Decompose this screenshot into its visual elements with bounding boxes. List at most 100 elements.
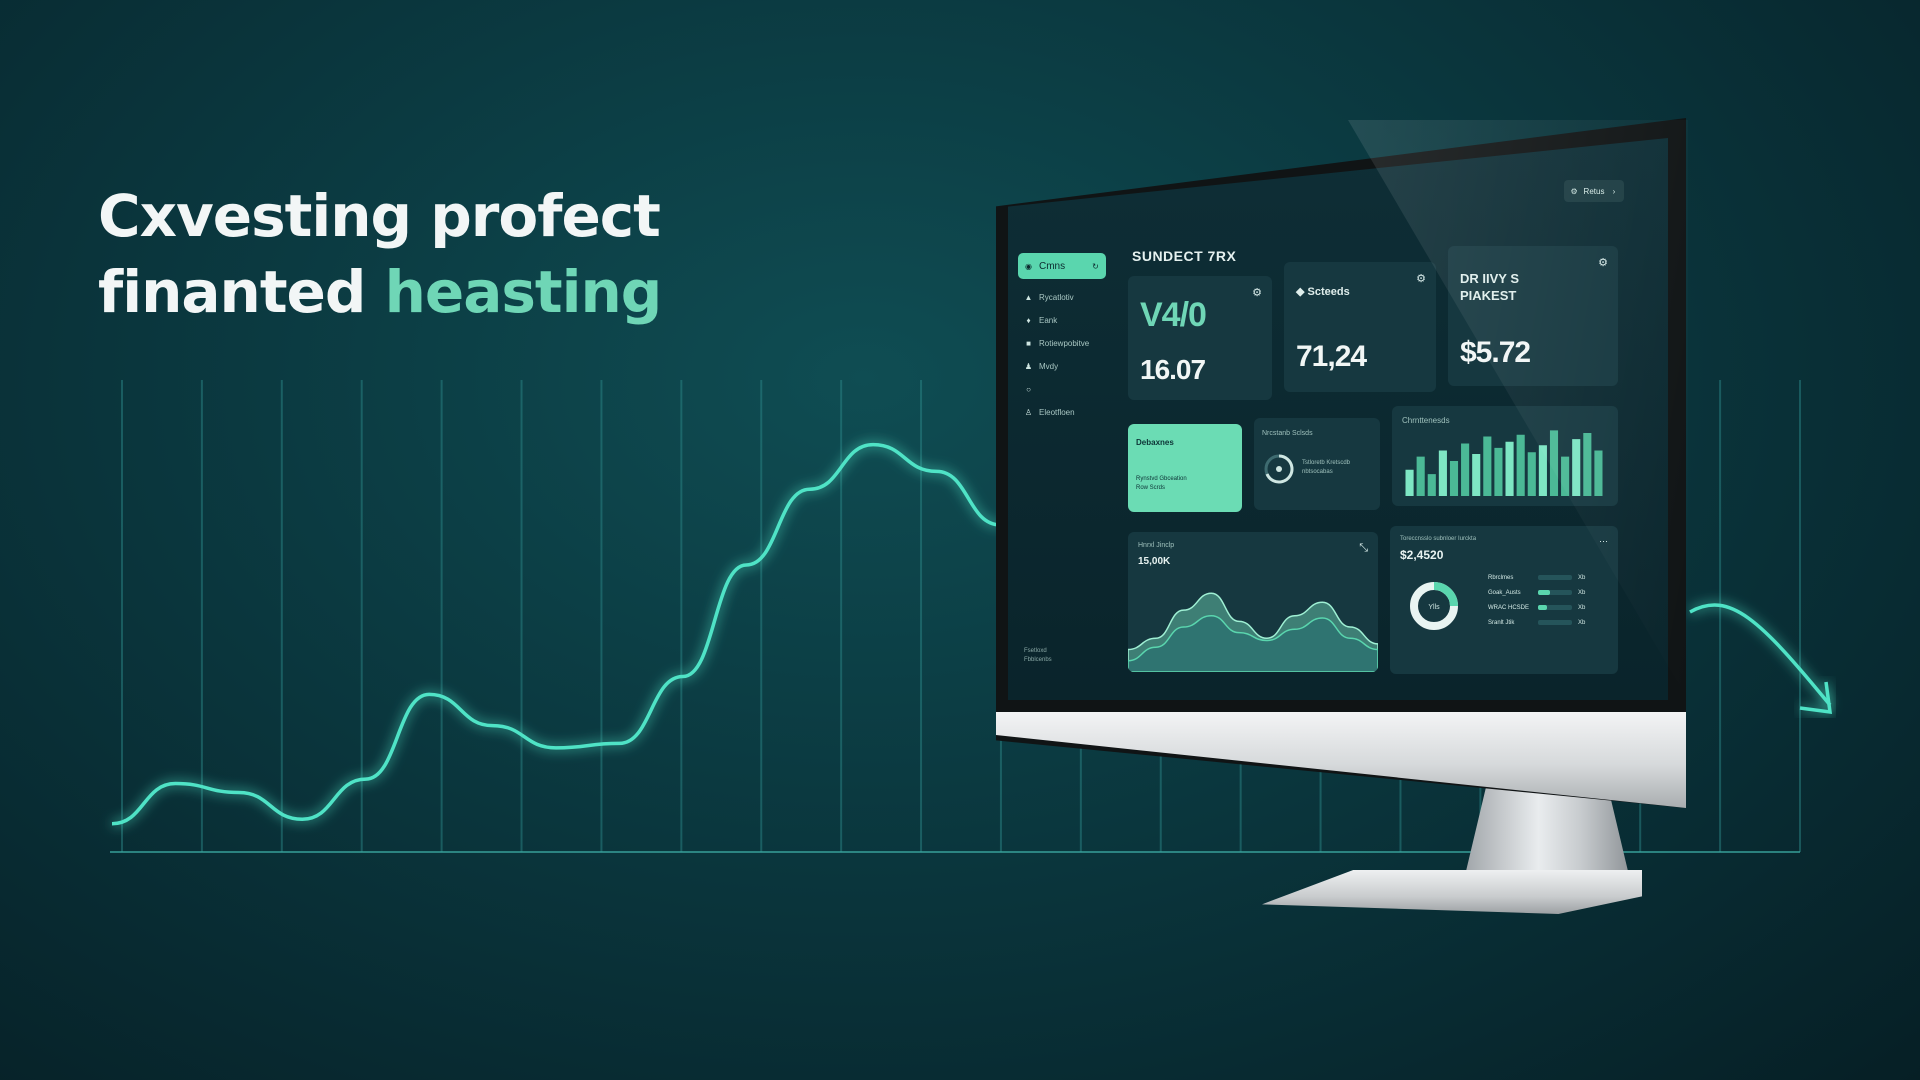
kpi-card-2[interactable]: ⚙ ◆ Scteeds 71,24: [1284, 262, 1436, 392]
bar: [1472, 454, 1481, 496]
sidebar-footer: Fsetloxd Fbblcenbs: [1024, 647, 1052, 665]
kpi-card-1-big: V4/0: [1140, 296, 1207, 334]
dashboard-app: ⚙ Retus › ◉ Cmns ↻ ▲ Rycatlotiv ♦ Eank ■ Ro…: [1008, 138, 1668, 700]
area-card-value: 15,00K: [1138, 556, 1171, 567]
settings-icon: ⚙: [1598, 257, 1608, 269]
page-title: SUNDECT 7RX: [1132, 248, 1237, 264]
bar: [1561, 456, 1570, 496]
bar: [1483, 436, 1492, 496]
sidebar-item-1[interactable]: ▲ Rycatlotiv: [1018, 293, 1113, 302]
kpi-card-2-label: ◆ Scteeds: [1296, 284, 1350, 301]
user-icon: ▲: [1024, 293, 1033, 302]
kpi-card-3-label-line: DR IIVY S: [1460, 271, 1520, 286]
topbar-settings-button[interactable]: ⚙ Retus ›: [1564, 180, 1624, 202]
sidebar-item-5[interactable]: ○: [1018, 385, 1113, 394]
doc-icon: ■: [1026, 339, 1031, 348]
kpi-card-1-value: 16.07: [1140, 354, 1206, 385]
donut-legend-row: Sranlt Jtik Xb: [1488, 615, 1585, 630]
more-icon: ⋯: [1599, 536, 1608, 546]
donut-legend: Rbrclmes Xb Goak_Austs Xb WRAC HCSDE Xb …: [1488, 570, 1585, 630]
mint-summary-card[interactable]: Debaxnes Rynstvd Gbceation Row Scrds: [1128, 424, 1242, 512]
bell-icon: ♦: [1026, 316, 1031, 325]
donut-legend-row: WRAC HCSDE Xb: [1488, 600, 1585, 615]
sidebar-item-active[interactable]: ◉ Cmns ↻: [1018, 253, 1106, 279]
legend-label: WRAC HCSDE: [1488, 604, 1530, 611]
bar: [1405, 469, 1414, 496]
bar: [1416, 456, 1425, 496]
donut-card[interactable]: Toreccnsslo subnloer Iurckta ⋯ $2,4520 Y…: [1390, 526, 1618, 674]
sidebar-item-label: Rycatlotiv: [1039, 293, 1074, 302]
bar: [1427, 474, 1436, 496]
legend-bar: [1538, 605, 1572, 610]
headline-line-1: Cxvesting profect: [98, 182, 661, 250]
gauge-dial-icon: [1264, 454, 1294, 484]
mint-card-sub: Row Scrds: [1136, 485, 1166, 491]
bar: [1527, 452, 1536, 496]
bar: [1461, 443, 1470, 496]
sidebar-item-4[interactable]: ♟ Mvdy: [1018, 362, 1113, 371]
kpi-card-3-value: $5.72: [1460, 336, 1531, 369]
kpi-card-1[interactable]: ⚙ V4/0 16.07: [1128, 276, 1272, 400]
settings-icon: ⚙: [1416, 273, 1426, 285]
sidebar-item-label: Cmns: [1039, 260, 1066, 272]
grid-icon: ◉: [1025, 261, 1032, 271]
bar: [1549, 430, 1559, 496]
monitor-screen: ⚙ Retus › ◉ Cmns ↻ ▲ Rycatlotiv ♦ Eank ■ Ro…: [1008, 138, 1668, 700]
legend-label: Goak_Austs: [1488, 589, 1521, 596]
chevron-right-icon: ›: [1612, 186, 1616, 196]
sidebar-item-6[interactable]: ♙ Eleotfloen: [1018, 408, 1113, 417]
gear-icon: ⚙: [1570, 186, 1578, 196]
sidebar-item-label: Rotiewpobitve: [1039, 339, 1090, 348]
donut-legend-row: Goak_Austs Xb: [1488, 585, 1585, 600]
legend-bar: [1538, 590, 1572, 595]
donut-chart: Ylls: [1410, 582, 1458, 630]
legend-bar: [1538, 620, 1572, 625]
settings-icon: ⚙: [1252, 287, 1262, 299]
legend-bar: [1538, 575, 1572, 580]
bar: [1449, 461, 1459, 496]
bar: [1538, 445, 1547, 496]
drop-icon: ◆: [1296, 286, 1308, 298]
legend-right: Xb: [1578, 619, 1586, 626]
refresh-icon: ↻: [1092, 261, 1099, 271]
kpi-card-3-label: DR IIVY S PIAKEST: [1460, 270, 1519, 304]
area-card-title: Hnrxl Jinclp: [1138, 542, 1175, 549]
legend-label: Rbrclmes: [1488, 574, 1514, 581]
background-trend-line: [111, 442, 1001, 826]
gauge-card-title: Nrcstanb Sclsds: [1262, 430, 1313, 437]
bar: [1583, 433, 1592, 496]
bar: [1505, 441, 1514, 496]
sidebar-item-2[interactable]: ♦ Eank: [1018, 316, 1113, 325]
background-trend-tail: [1689, 603, 1832, 707]
donut-card-title: Toreccnsslo subnloer Iurckta: [1400, 536, 1477, 542]
bar: [1572, 439, 1581, 496]
sidebar-footer-line: Fbblcenbs: [1024, 657, 1052, 663]
headline-accent: heasting: [384, 258, 663, 326]
bars-card[interactable]: Chrnttenesds: [1392, 406, 1618, 506]
area-chart-card[interactable]: Hnrxl Jinclp ⤡ 15,00K: [1128, 532, 1378, 672]
expand-icon: ⤡: [1359, 542, 1368, 554]
kpi-card-3-label-line: PIAKEST: [1460, 288, 1517, 303]
legend-right: Xb: [1578, 604, 1586, 611]
person-icon: ♙: [1024, 408, 1033, 417]
donut-center-label: Ylls: [1428, 604, 1440, 611]
gauge-card-desc: Tstloretb Kretscdb: [1302, 460, 1351, 466]
sidebar-item-label: Eank: [1039, 316, 1058, 325]
gauge-card[interactable]: Nrcstanb Sclsds Tstloretb Kretscdb nbtso…: [1254, 418, 1380, 510]
bar: [1494, 447, 1503, 496]
legend-fill: [1538, 605, 1547, 610]
sidebar-item-3[interactable]: ■ Rotiewpobitve: [1018, 339, 1113, 348]
sidebar: ◉ Cmns ↻ ▲ Rycatlotiv ♦ Eank ■ Rotiewpobitv…: [1018, 253, 1113, 683]
bars-card-title: Chrnttenesds: [1402, 416, 1450, 425]
mint-card-sub: Rynstvd Gbceation: [1136, 476, 1187, 482]
people-icon: ♟: [1024, 362, 1033, 371]
kpi-card-3[interactable]: ⚙ DR IIVY S PIAKEST $5.72: [1448, 246, 1618, 386]
bar: [1516, 434, 1525, 496]
kpi-card-2-label-text: Scteeds: [1307, 286, 1350, 298]
sidebar-footer-line: Fsetloxd: [1024, 648, 1047, 654]
mint-card-title: Debaxnes: [1136, 438, 1174, 447]
topbar-settings-label: Retus: [1583, 186, 1605, 196]
legend-label: Sranlt Jtik: [1488, 619, 1515, 626]
mini-bar-chart: [1405, 430, 1603, 496]
headline: Cxvesting profect finanted heasting: [98, 178, 663, 330]
